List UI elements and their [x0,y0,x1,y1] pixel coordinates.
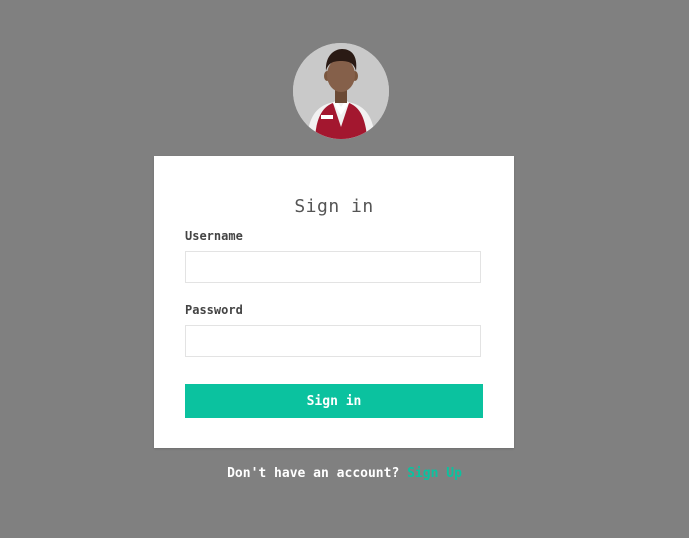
page-title: Sign in [294,196,374,217]
user-avatar-icon [293,43,389,139]
username-field[interactable] [185,251,481,283]
password-label: Password [185,303,243,317]
sign-in-button[interactable]: Sign in [185,384,483,418]
signup-prompt: Don't have an account? Sign Up [0,466,689,481]
login-page: Sign in Username Password Sign in Don't … [0,0,689,538]
sign-up-link[interactable]: Sign Up [407,466,462,481]
username-label: Username [185,229,243,243]
signup-prompt-text: Don't have an account? [227,466,400,481]
login-card: Sign in Username Password Sign in [154,156,514,448]
password-field[interactable] [185,325,481,357]
